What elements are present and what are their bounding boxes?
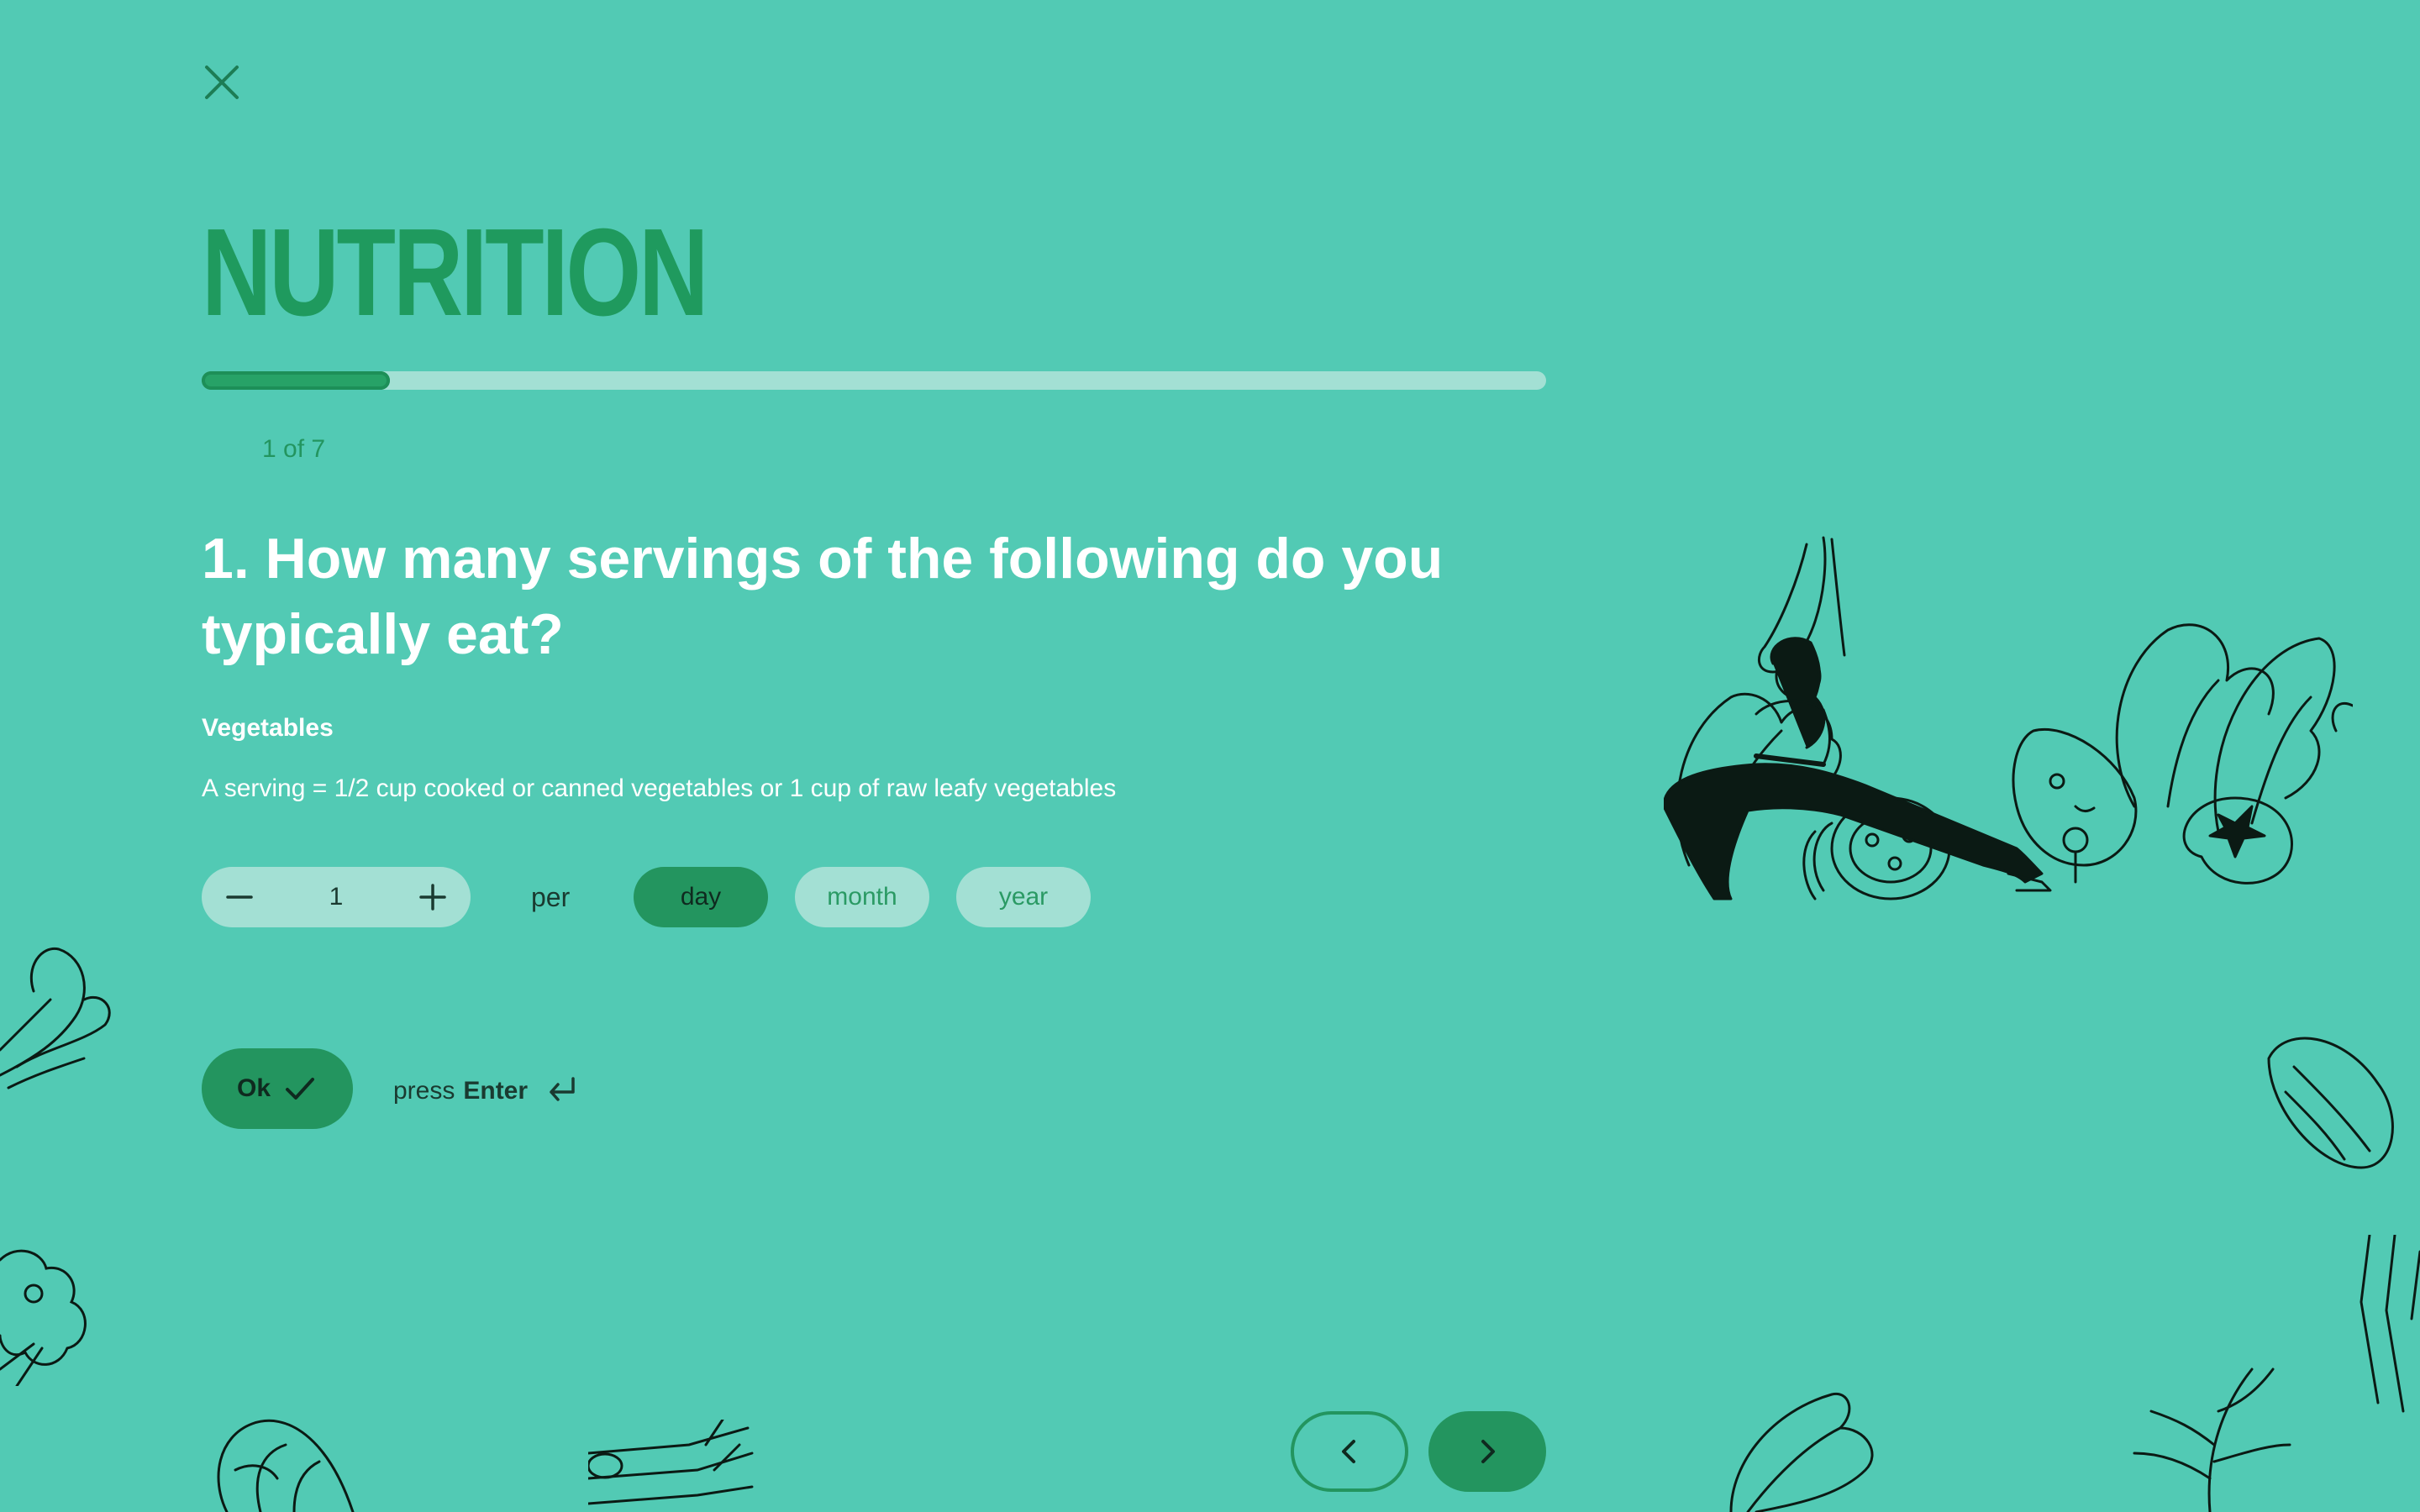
bok-choy-decoration [0, 947, 111, 1089]
leek-decoration [588, 1420, 754, 1505]
progress-label: 1 of 7 [262, 435, 326, 463]
arugula-decoration [2133, 1368, 2291, 1512]
asparagus-decoration [2360, 1235, 2420, 1413]
next-button[interactable] [1428, 1411, 1546, 1492]
broccoli-decoration [0, 1249, 87, 1386]
chevron-left-icon [1342, 1440, 1355, 1463]
cabbage-decoration [217, 1419, 355, 1512]
increment-button[interactable] [395, 867, 471, 927]
enter-key-icon [550, 1077, 575, 1101]
quantity-value[interactable]: 1 [277, 883, 395, 911]
decrement-button[interactable] [202, 867, 277, 927]
unit-day-button[interactable]: day [634, 867, 768, 927]
enter-label: Enter [463, 1077, 529, 1105]
napa-cabbage-decoration [2267, 1037, 2394, 1169]
spinach-decoration [1729, 1392, 1874, 1512]
quantity-stepper: 1 [202, 867, 471, 927]
minus-icon [226, 895, 253, 899]
check-icon [286, 1078, 315, 1100]
previous-button[interactable] [1291, 1411, 1408, 1492]
item-label: Vegetables [202, 714, 334, 742]
chevron-right-icon [1481, 1440, 1495, 1463]
unit-month-button[interactable]: month [795, 867, 929, 927]
progress-fill [202, 371, 390, 390]
item-description: A serving = 1/2 cup cooked or canned veg… [202, 774, 1117, 802]
unit-year-button[interactable]: year [956, 867, 1091, 927]
press-label: press [393, 1077, 455, 1105]
ok-label: Ok [236, 1074, 271, 1102]
enter-hint: press Enter [393, 1074, 580, 1109]
plus-icon [419, 884, 446, 911]
per-label: per [531, 882, 571, 912]
ok-button[interactable]: Ok [202, 1048, 353, 1129]
question-text: 1. How many servings of the following do… [202, 527, 1444, 666]
section-title: NUTRITION [202, 203, 708, 342]
progress-bar [202, 371, 1546, 390]
close-icon [205, 66, 239, 99]
close-button[interactable] [198, 59, 245, 106]
yoga-vegetables-illustration [1664, 536, 2353, 900]
